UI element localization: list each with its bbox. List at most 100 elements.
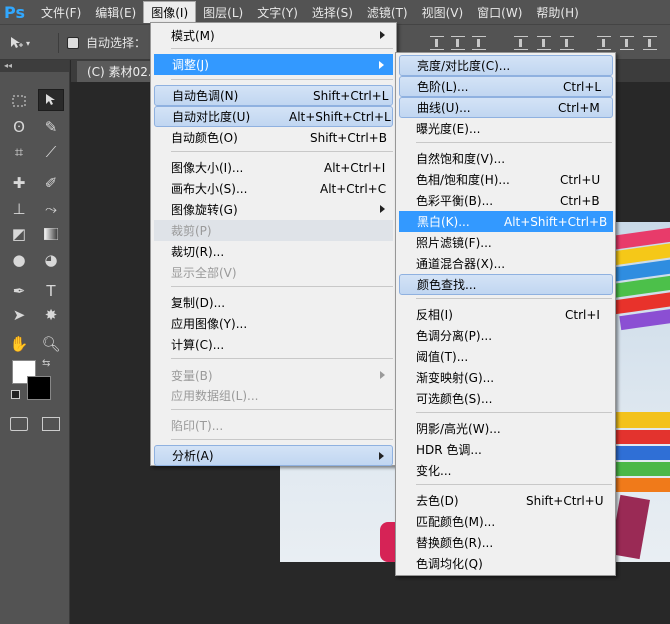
menu-item-replace-color[interactable]: 替换颜色(R)...: [399, 532, 613, 553]
path-selection-tool-icon[interactable]: ➤: [6, 304, 32, 326]
menu-item-channel-mixer[interactable]: 通道混合器(X)...: [399, 253, 613, 274]
menu-filter[interactable]: 滤镜(T): [360, 1, 415, 23]
menu-item-trim[interactable]: 裁切(R)...: [154, 241, 393, 262]
tools-panel: ◂◂ ʘ ✎ ⌗ ⟋ ✚ ✐ ⊥ ⤳ ◩ ● ◕ ✒ T ➤ ✸ ✋ 🔍︎ ⇆: [0, 60, 70, 624]
menu-item-hue-saturation[interactable]: 色相/饱和度(H)... Ctrl+U: [399, 169, 613, 190]
menu-item-exposure[interactable]: 曝光度(E)...: [399, 118, 613, 139]
eraser-tool-icon[interactable]: ◩: [6, 223, 32, 245]
menu-item-analysis[interactable]: 分析(A): [154, 445, 393, 466]
distribute-top-icon[interactable]: [514, 36, 528, 50]
menu-item-canvas-size[interactable]: 画布大小(S)... Alt+Ctrl+C: [154, 178, 393, 199]
distribute-hcenter-icon[interactable]: [620, 36, 634, 50]
menu-item-variations[interactable]: 变化...: [399, 460, 613, 481]
zoom-tool-icon[interactable]: 🔍︎: [38, 333, 64, 355]
menu-item-adjustments[interactable]: 调整(J): [154, 54, 393, 75]
menu-separator: [171, 151, 393, 152]
menu-item-variables[interactable]: 变量(B): [154, 365, 393, 386]
tools-panel-header[interactable]: ◂◂: [0, 60, 69, 72]
menu-select[interactable]: 选择(S): [305, 1, 360, 23]
menu-item-brightness-contrast[interactable]: 亮度/对比度(C)...: [399, 55, 613, 76]
menu-item-color-lookup[interactable]: 颜色查找...: [399, 274, 613, 295]
submenu-arrow-icon: [380, 31, 385, 39]
menu-item-desaturate[interactable]: 去色(D) Shift+Ctrl+U: [399, 490, 613, 511]
marquee-tool-icon[interactable]: [6, 90, 32, 112]
type-tool-icon[interactable]: T: [38, 280, 64, 302]
menu-item-vibrance[interactable]: 自然饱和度(V)...: [399, 148, 613, 169]
menu-item-color-balance[interactable]: 色彩平衡(B)... Ctrl+B: [399, 190, 613, 211]
distribute-vcenter-icon[interactable]: [537, 36, 551, 50]
menu-separator: [171, 286, 393, 287]
distribute-left-icon[interactable]: [597, 36, 611, 50]
menu-item-threshold[interactable]: 阈值(T)...: [399, 346, 613, 367]
quick-selection-tool-icon[interactable]: ✎: [38, 116, 64, 138]
menu-window[interactable]: 窗口(W): [470, 1, 529, 23]
menu-item-auto-color[interactable]: 自动颜色(O) Shift+Ctrl+B: [154, 127, 393, 148]
brush-tool-icon[interactable]: ✐: [38, 172, 64, 194]
menu-file[interactable]: 文件(F): [34, 1, 88, 23]
clone-stamp-tool-icon[interactable]: ⊥: [6, 198, 32, 220]
history-brush-tool-icon[interactable]: ⤳: [38, 198, 64, 220]
menu-type[interactable]: 文字(Y): [250, 1, 305, 23]
menu-separator: [171, 358, 393, 359]
menu-item-trap[interactable]: 陷印(T)...: [154, 415, 393, 436]
crop-tool-icon[interactable]: ⌗: [6, 141, 32, 163]
distribute-right-icon[interactable]: [643, 36, 657, 50]
menu-separator: [171, 409, 393, 410]
align-bottom-icon[interactable]: [472, 36, 486, 50]
menu-item-mode[interactable]: 模式(M): [154, 25, 393, 46]
menu-item-black-white[interactable]: 黑白(K)... Alt+Shift+Ctrl+B: [399, 211, 613, 232]
menu-bar: Ps 文件(F) 编辑(E) 图像(I) 图层(L) 文字(Y) 选择(S) 滤…: [0, 0, 670, 24]
menu-item-auto-contrast[interactable]: 自动对比度(U) Alt+Shift+Ctrl+L: [154, 106, 393, 127]
menu-item-shadows-highlights[interactable]: 阴影/高光(W)...: [399, 418, 613, 439]
menu-item-image-size[interactable]: 图像大小(I)... Alt+Ctrl+I: [154, 157, 393, 178]
hand-tool-icon[interactable]: ✋: [6, 333, 32, 355]
menu-item-reveal-all[interactable]: 显示全部(V): [154, 262, 393, 283]
align-top-icon[interactable]: [430, 36, 444, 50]
scarf-stripe: [610, 478, 670, 492]
distribute-bottom-icon[interactable]: [560, 36, 574, 50]
menu-edit[interactable]: 编辑(E): [88, 1, 143, 23]
background-color-swatch[interactable]: [27, 376, 51, 400]
menu-item-calculations[interactable]: 计算(C)...: [154, 334, 393, 355]
screen-mode-icon[interactable]: [42, 417, 60, 431]
scarf-stripe: [610, 412, 670, 428]
menu-item-levels[interactable]: 色阶(L)... Ctrl+L: [399, 76, 613, 97]
menu-item-selective-color[interactable]: 可选颜色(S)...: [399, 388, 613, 409]
default-colors-icon[interactable]: [11, 390, 20, 399]
menu-item-gradient-map[interactable]: 渐变映射(G)...: [399, 367, 613, 388]
menu-item-auto-tone[interactable]: 自动色调(N) Shift+Ctrl+L: [154, 85, 393, 106]
healing-brush-tool-icon[interactable]: ✚: [6, 172, 32, 194]
menu-item-invert[interactable]: 反相(I) Ctrl+I: [399, 304, 613, 325]
menu-help[interactable]: 帮助(H): [529, 1, 585, 23]
menu-layer[interactable]: 图层(L): [196, 1, 250, 23]
menu-view[interactable]: 视图(V): [415, 1, 471, 23]
scarf-stripe: [610, 446, 670, 460]
pen-tool-icon[interactable]: ✒: [6, 280, 32, 302]
scarf-stripe: [610, 462, 670, 476]
move-tool-icon[interactable]: [38, 89, 64, 111]
menu-item-apply-image[interactable]: 应用图像(Y)...: [154, 313, 393, 334]
menu-item-match-color[interactable]: 匹配颜色(M)...: [399, 511, 613, 532]
menu-image[interactable]: 图像(I): [143, 1, 197, 23]
menu-item-posterize[interactable]: 色调分离(P)...: [399, 325, 613, 346]
blur-tool-icon[interactable]: ●: [6, 249, 32, 271]
quick-mask-icon[interactable]: [10, 417, 28, 431]
menu-item-crop[interactable]: 裁剪(P): [154, 220, 393, 241]
submenu-arrow-icon: [379, 61, 384, 69]
swap-colors-icon[interactable]: ⇆: [42, 358, 50, 369]
move-tool-preset-icon[interactable]: ▾: [8, 33, 46, 53]
menu-item-curves[interactable]: 曲线(U)... Ctrl+M: [399, 97, 613, 118]
dodge-tool-icon[interactable]: ◕: [38, 249, 64, 271]
menu-item-image-rotation[interactable]: 图像旋转(G): [154, 199, 393, 220]
lasso-tool-icon[interactable]: ʘ: [6, 116, 32, 138]
menu-item-equalize[interactable]: 色调均化(Q): [399, 553, 613, 574]
gradient-tool-icon[interactable]: [38, 223, 64, 245]
align-vcenter-icon[interactable]: [451, 36, 465, 50]
menu-item-photo-filter[interactable]: 照片滤镜(F)...: [399, 232, 613, 253]
eyedropper-tool-icon[interactable]: ⟋: [38, 141, 64, 163]
menu-item-apply-data-set[interactable]: 应用数据组(L)...: [154, 385, 393, 406]
custom-shape-tool-icon[interactable]: ✸: [38, 304, 64, 326]
menu-item-hdr-toning[interactable]: HDR 色调...: [399, 439, 613, 460]
auto-select-checkbox[interactable]: [67, 37, 79, 49]
menu-item-duplicate[interactable]: 复制(D)...: [154, 292, 393, 313]
